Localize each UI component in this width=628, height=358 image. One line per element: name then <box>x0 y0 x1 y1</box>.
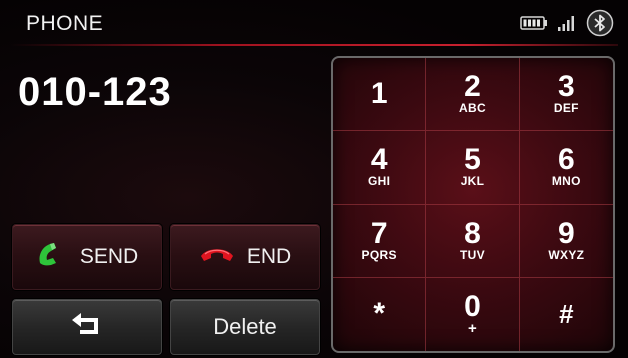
key-letters: TUV <box>460 247 485 262</box>
key-digit: 2 <box>464 70 481 104</box>
key-star[interactable]: * <box>333 277 427 351</box>
call-icon <box>36 241 68 273</box>
battery-icon <box>520 15 548 31</box>
key-digit: 9 <box>557 216 575 250</box>
key-digit: 8 <box>464 216 481 250</box>
key-letters: WXYZ <box>548 247 585 262</box>
hang-up-icon <box>199 244 235 270</box>
key-digit: * <box>373 297 385 331</box>
phone-screen: PHONE 010-123 SEND END Delete 1 2 ABC 3 … <box>0 0 628 358</box>
header-divider <box>10 44 618 46</box>
key-2[interactable]: 2 ABC <box>426 58 520 132</box>
send-button[interactable]: SEND <box>12 224 162 290</box>
key-9[interactable]: 9 WXYZ <box>519 205 613 278</box>
key-letters: PQRS <box>361 247 397 262</box>
status-bar <box>520 9 614 37</box>
key-digit: 3 <box>557 70 575 104</box>
key-digit: 0 <box>464 290 481 324</box>
key-hash[interactable]: # <box>520 278 613 351</box>
back-button[interactable] <box>12 299 162 355</box>
key-digit: 4 <box>370 143 388 177</box>
key-letters: MNO <box>551 174 581 189</box>
dial-keypad: 1 2 ABC 3 DEF 4 GHI 5 JKL 6 MNO 7 PQRS 8… <box>331 56 615 353</box>
key-7[interactable]: 7 PQRS <box>333 204 427 278</box>
dialed-number: 010-123 <box>18 70 172 114</box>
key-digit: 5 <box>464 143 481 177</box>
send-label: SEND <box>79 245 139 268</box>
key-8[interactable]: 8 TUV <box>426 204 520 278</box>
key-digit: 6 <box>557 143 575 177</box>
delete-button[interactable]: Delete <box>170 299 320 355</box>
key-1[interactable]: 1 <box>333 58 427 132</box>
key-digit: # <box>559 298 574 329</box>
key-digit: 7 <box>370 216 388 250</box>
key-letters: GHI <box>368 174 391 189</box>
key-letters: DEF <box>553 101 579 116</box>
back-arrow-icon <box>70 311 104 343</box>
key-letters: + <box>467 320 478 338</box>
key-6[interactable]: 6 MNO <box>519 131 613 205</box>
key-0[interactable]: 0 + <box>426 277 520 351</box>
end-label: END <box>246 245 292 268</box>
signal-icon <box>557 14 577 32</box>
header-bar: PHONE <box>0 0 628 46</box>
key-4[interactable]: 4 GHI <box>333 131 427 205</box>
key-digit: 1 <box>370 77 388 111</box>
key-3[interactable]: 3 DEF <box>519 58 613 132</box>
bluetooth-icon <box>586 9 614 37</box>
key-letters: JKL <box>460 174 485 189</box>
key-letters: ABC <box>459 101 486 116</box>
end-button[interactable]: END <box>170 224 320 290</box>
delete-label: Delete <box>213 314 277 339</box>
key-5[interactable]: 5 JKL <box>426 131 520 205</box>
page-title: PHONE <box>26 12 104 35</box>
